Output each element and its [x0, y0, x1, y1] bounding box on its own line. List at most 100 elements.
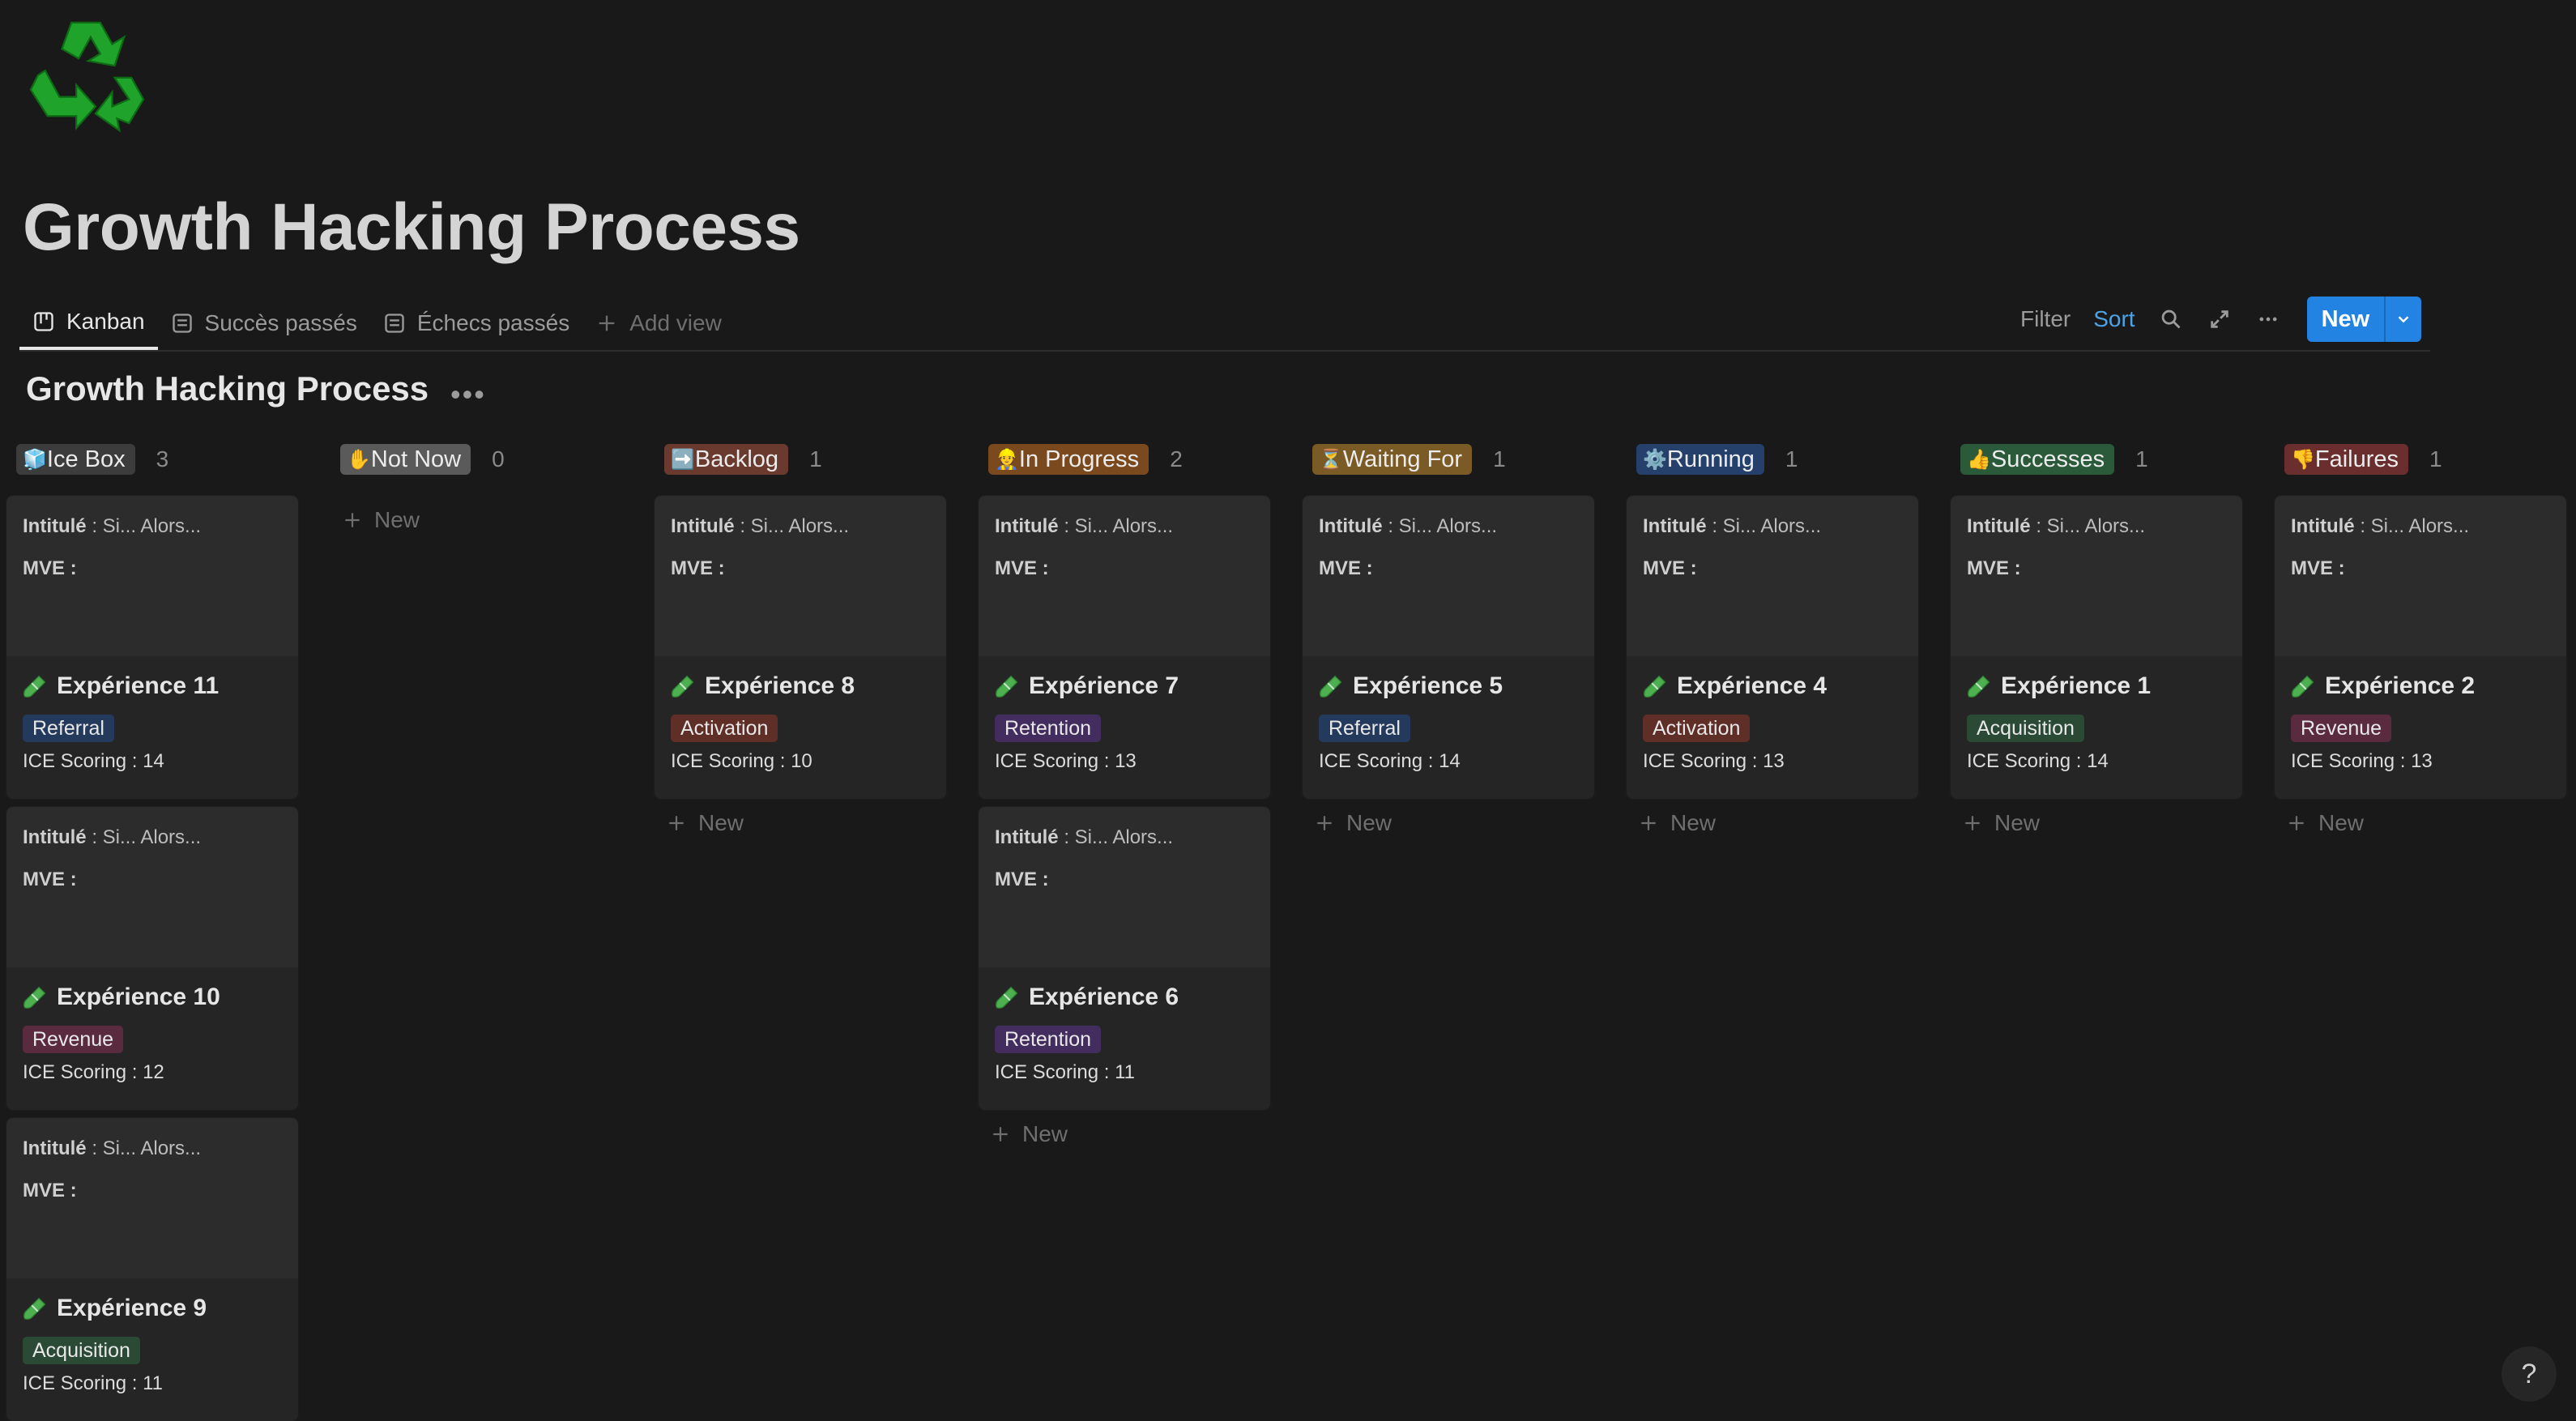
card-title[interactable]: Expérience 7 — [995, 672, 1254, 700]
board-options-icon[interactable]: ••• — [450, 378, 486, 412]
status-emoji-icon: 👎 — [2291, 448, 2315, 471]
kanban-card[interactable]: Intitulé : Si... Alors... MVE : Expérien… — [655, 496, 946, 799]
add-card-button[interactable]: New — [655, 799, 946, 847]
help-button[interactable]: ? — [2501, 1346, 2557, 1402]
card-title[interactable]: Expérience 5 — [1319, 672, 1578, 700]
card-body: Expérience 11 Referral ICE Scoring : 14 — [6, 656, 298, 799]
column-cards: Intitulé : Si... Alors... MVE : Expérien… — [979, 496, 1270, 1110]
kanban-card[interactable]: Intitulé : Si... Alors... MVE : Expérien… — [6, 807, 298, 1110]
card-mve: MVE : — [1643, 557, 1902, 580]
card-title-text: Expérience 5 — [1353, 672, 1503, 699]
status-badge[interactable]: ⚙️ Running — [1636, 444, 1764, 475]
ice-score: ICE Scoring : 10 — [671, 750, 930, 773]
score-label: ICE Scoring : — [995, 750, 1115, 772]
status-badge[interactable]: 👍 Successes — [1960, 444, 2115, 475]
status-badge[interactable]: 👎 Failures — [2284, 444, 2409, 475]
column-header[interactable]: ✋ Not Now 0 — [331, 437, 622, 481]
page-title[interactable]: Growth Hacking Process — [23, 190, 800, 266]
test-tube-icon — [996, 986, 1018, 1009]
card-cover: Intitulé : Si... Alors... MVE : — [6, 496, 298, 656]
sort-button[interactable]: Sort — [2082, 306, 2146, 332]
card-mve: MVE : — [1967, 557, 2226, 580]
recycle-icon[interactable] — [24, 13, 147, 133]
add-view-button[interactable]: Add view — [582, 297, 735, 350]
mve-label: MVE : — [23, 1180, 77, 1201]
intitule-value: : Si... Alors... — [1064, 515, 1174, 537]
column-header[interactable]: ⚙️ Running 1 — [1627, 437, 1918, 481]
add-card-button[interactable]: New — [979, 1110, 1270, 1159]
category-tag: Revenue — [23, 1026, 124, 1053]
card-title[interactable]: Expérience 4 — [1643, 672, 1902, 700]
expand-icon[interactable] — [2195, 295, 2244, 344]
kanban-card[interactable]: Intitulé : Si... Alors... MVE : Expérien… — [1627, 496, 1918, 799]
add-card-button[interactable]: New — [331, 496, 622, 544]
status-badge[interactable]: ⏳ Waiting For — [1312, 444, 1473, 475]
column-header[interactable]: 👍 Successes 1 — [1951, 437, 2242, 481]
status-badge[interactable]: ✋ Not Now — [340, 444, 471, 475]
tab-kanban[interactable]: Kanban — [19, 297, 158, 350]
column-header[interactable]: ⏳ Waiting For 1 — [1303, 437, 1594, 481]
card-body: Expérience 8 Activation ICE Scoring : 10 — [655, 656, 946, 799]
chevron-down-icon[interactable] — [2384, 297, 2421, 342]
score-label: ICE Scoring : — [1643, 750, 1764, 772]
card-title[interactable]: Expérience 2 — [2291, 672, 2550, 700]
card-title[interactable]: Expérience 1 — [1967, 672, 2226, 700]
column-header[interactable]: 👎 Failures 1 — [2275, 437, 2566, 481]
card-title[interactable]: Expérience 6 — [995, 984, 1254, 1011]
search-icon[interactable] — [2147, 295, 2195, 344]
ice-score: ICE Scoring : 11 — [23, 1372, 282, 1395]
new-button[interactable]: New — [2306, 297, 2422, 342]
mve-label: MVE : — [1967, 557, 2021, 579]
tab-succes-passes[interactable]: Succès passés — [158, 297, 370, 350]
view-toolbar: Filter Sort New — [2009, 295, 2422, 344]
tab-echecs-passes[interactable]: Échecs passés — [370, 297, 582, 350]
kanban-card[interactable]: Intitulé : Si... Alors... MVE : Expérien… — [6, 496, 298, 799]
add-card-button[interactable]: New — [1627, 799, 1918, 847]
category-tag: Referral — [23, 715, 114, 742]
intitule-label: Intitulé — [1319, 515, 1383, 537]
mve-label: MVE : — [1319, 557, 1373, 579]
intitule-label: Intitulé — [1643, 515, 1707, 537]
add-card-button[interactable]: New — [2275, 799, 2566, 847]
column-header[interactable]: 🧊 Ice Box 3 — [6, 437, 298, 481]
test-tube-icon — [23, 675, 46, 698]
card-mve: MVE : — [995, 557, 1254, 580]
card-body: Expérience 10 Revenue ICE Scoring : 12 — [6, 967, 298, 1110]
intitule-value: : Si... Alors... — [92, 515, 202, 537]
plus-icon — [599, 315, 615, 331]
score-value: 14 — [2087, 750, 2109, 772]
card-title[interactable]: Expérience 8 — [671, 672, 930, 700]
board-title[interactable]: Growth Hacking Process — [26, 369, 429, 408]
column-header[interactable]: ➡️ Backlog 1 — [655, 437, 946, 481]
kanban-card[interactable]: Intitulé : Si... Alors... MVE : Expérien… — [2275, 496, 2566, 799]
more-icon[interactable] — [2244, 295, 2292, 344]
status-badge[interactable]: 👷 In Progress — [988, 444, 1149, 475]
card-title[interactable]: Expérience 9 — [23, 1295, 282, 1322]
add-card-button[interactable]: New — [1303, 799, 1594, 847]
category-tag: Retention — [995, 1026, 1102, 1053]
category-tag: Referral — [1319, 715, 1410, 742]
card-title[interactable]: Expérience 10 — [23, 984, 282, 1011]
status-badge[interactable]: 🧊 Ice Box — [16, 444, 135, 475]
kanban-card[interactable]: Intitulé : Si... Alors... MVE : Expérien… — [979, 807, 1270, 1110]
category-tag: Acquisition — [1967, 715, 2084, 742]
kanban-card[interactable]: Intitulé : Si... Alors... MVE : Expérien… — [6, 1118, 298, 1421]
category-tag: Activation — [671, 715, 778, 742]
score-label: ICE Scoring : — [2291, 750, 2412, 772]
status-label: Ice Box — [46, 446, 126, 472]
score-value: 13 — [1763, 750, 1785, 772]
card-title[interactable]: Expérience 11 — [23, 672, 282, 700]
board-column: 👎 Failures 1 Intitulé : Si... Alors... MVE… — [2275, 437, 2566, 847]
mve-label: MVE : — [23, 557, 77, 579]
kanban-card[interactable]: Intitulé : Si... Alors... MVE : Expérien… — [1951, 496, 2242, 799]
board-column: 👷 In Progress 2 Intitulé : Si... Alors... … — [979, 437, 1270, 1159]
ice-score: ICE Scoring : 14 — [1319, 750, 1578, 773]
add-card-button[interactable]: New — [1951, 799, 2242, 847]
status-badge[interactable]: ➡️ Backlog — [664, 444, 789, 475]
category-tag: Retention — [995, 715, 1102, 742]
card-body: Expérience 4 Activation ICE Scoring : 13 — [1627, 656, 1918, 799]
column-header[interactable]: 👷 In Progress 2 — [979, 437, 1270, 481]
kanban-card[interactable]: Intitulé : Si... Alors... MVE : Expérien… — [979, 496, 1270, 799]
kanban-card[interactable]: Intitulé : Si... Alors... MVE : Expérien… — [1303, 496, 1594, 799]
filter-button[interactable]: Filter — [2009, 306, 2082, 332]
